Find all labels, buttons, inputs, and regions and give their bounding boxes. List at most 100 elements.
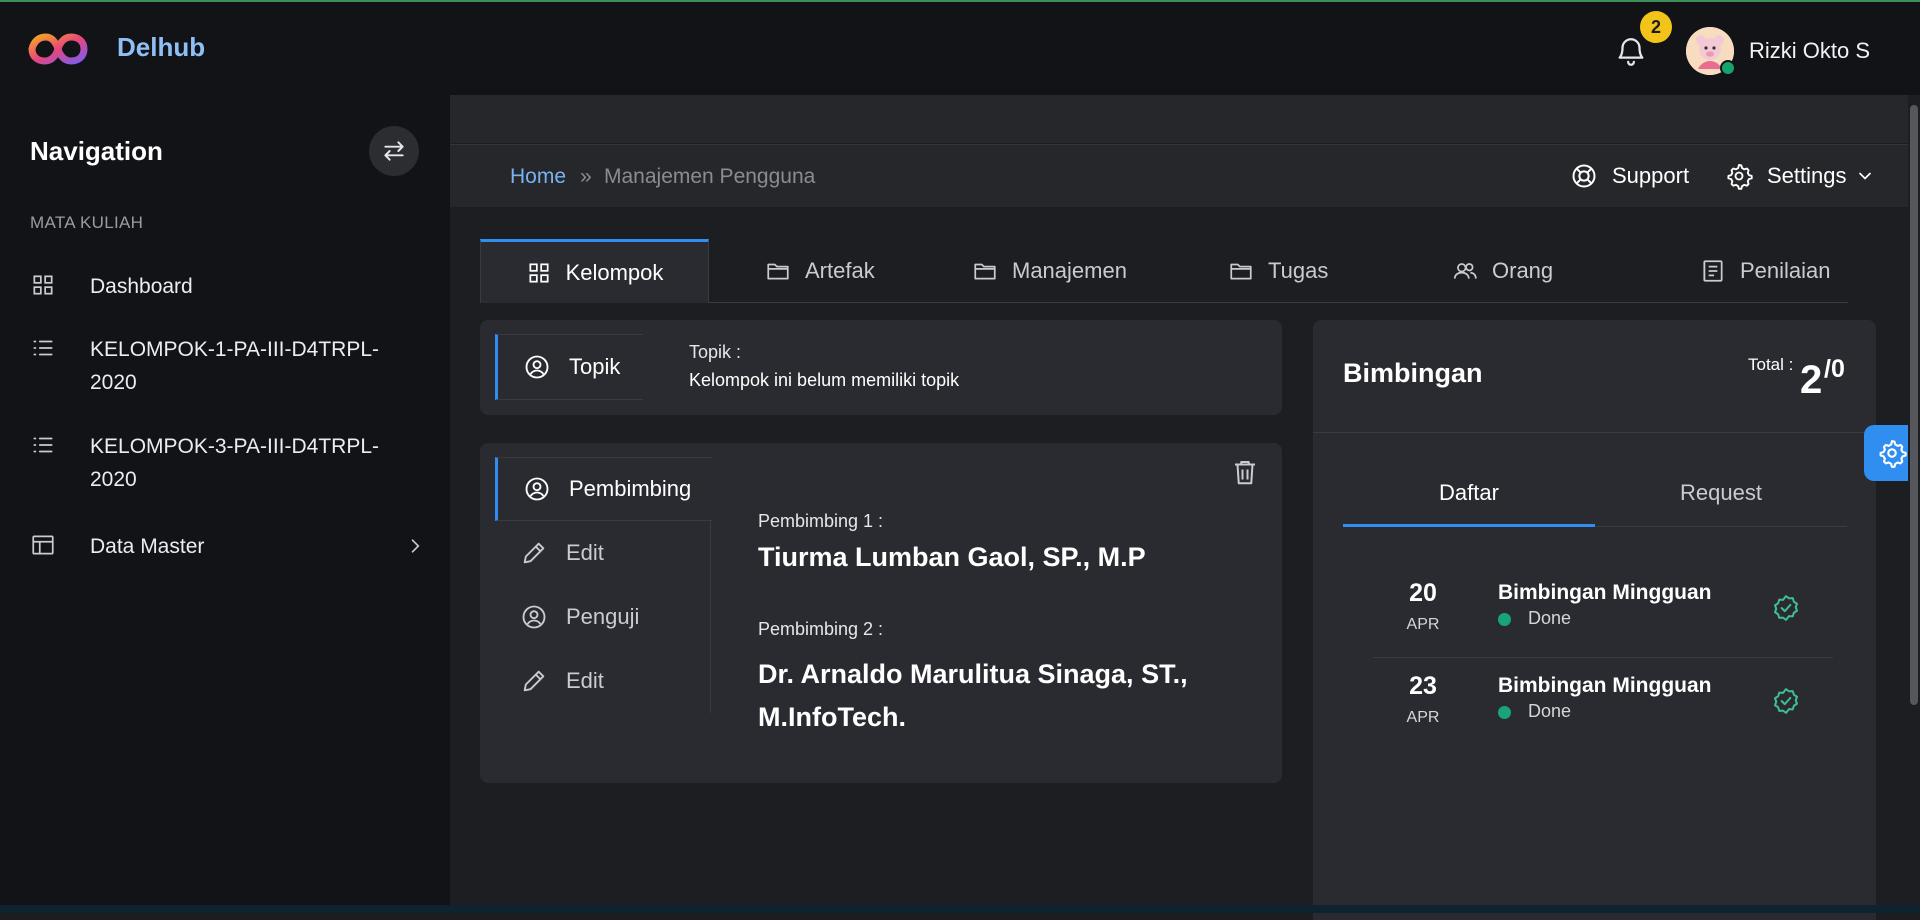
user-circle-icon [522,605,546,629]
breadcrumb-current: Manajemen Pengguna [604,165,816,188]
tab-label: Orang [1492,258,1554,283]
sidebar-item-label: Dashboard [90,275,193,298]
entry-status: Done [1528,701,1572,721]
scrollbar-thumb[interactable] [1910,105,1918,705]
bimbingan-card: Bimbingan Total : 2 /0 Daftar Request 20… [1313,320,1876,920]
top-bar: Delhub 2 Rizki Okto S [0,0,1920,95]
entry-title: Bimbingan Mingguan [1498,581,1712,604]
gear-icon [1879,440,1907,468]
total-suffix: /0 [1824,355,1845,383]
pencil-icon [523,670,545,692]
swap-arrows-icon [384,141,404,161]
tab-penguji[interactable]: Penguji [495,585,711,649]
avatar[interactable] [1686,27,1736,76]
user-name[interactable]: Rizki Okto S [1749,38,1870,64]
edit-penguji-button[interactable]: Edit [495,649,711,713]
edit-pembimbing-button[interactable]: Edit [495,521,711,585]
main-content: Home » Manajemen Pengguna Support Settin… [450,95,1920,920]
settings-label: Settings [1767,163,1847,188]
tab-label: Kelompok [565,259,664,285]
tab-orang[interactable]: Orang [1452,239,1553,303]
tab-request[interactable]: Request [1595,480,1847,506]
entry-status: Done [1528,608,1572,628]
tab-artefak[interactable]: Artefak [765,239,875,303]
chevron-down-icon [1858,172,1871,180]
support-label: Support [1612,163,1690,188]
tab-pembimbing[interactable]: Pembimbing [495,457,712,521]
layout-icon [30,532,56,558]
list-item[interactable]: 20 APR Bimbingan Mingguan Done [1373,573,1833,663]
lifebuoy-icon [1572,164,1596,188]
breadcrumb-separator: » [580,165,592,188]
sidebar-item-kelompok-1[interactable]: KELOMPOK-1-PA-III-D4TRPL-2020 [30,333,425,399]
tab-kelompok[interactable]: Kelompok [480,239,709,303]
grid-icon [30,272,56,298]
trash-icon[interactable] [1230,457,1260,487]
divider [1373,657,1833,658]
pencil-icon [523,542,545,564]
breadcrumb-home-link[interactable]: Home [510,165,566,189]
sidebar: Navigation MATA KULIAH Dashboard KELOMPO… [0,95,450,905]
support-button[interactable]: Support [1570,162,1689,190]
tab-tugas[interactable]: Tugas [1228,239,1328,303]
sidebar-section-label: MATA KULIAH [30,213,144,232]
total-value: 2 [1800,358,1823,402]
folder-icon [767,263,789,280]
pembimbing-2-label: Pembimbing 2 : [758,619,884,639]
pembimbing-vertical-tabs: Pembimbing Edit Penguji Edit [495,457,712,713]
bottom-strip [0,905,1920,913]
tab-daftar[interactable]: Daftar [1343,480,1595,506]
gear-icon [1727,163,1753,190]
sidebar-title: Navigation [30,136,163,166]
sidebar-item-data-master[interactable]: Data Master [30,530,425,563]
sidebar-toggle-button[interactable] [369,126,419,176]
header-band [450,95,1920,143]
grid-icon [529,262,549,283]
vtab-label: Edit [566,540,604,565]
brand-name[interactable]: Delhub [117,32,205,63]
list-icon [30,432,56,458]
verified-badge-icon [1771,593,1801,623]
delhub-logo-icon[interactable] [28,30,88,68]
entry-month: APR [1406,616,1440,633]
sidebar-item-kelompok-3[interactable]: KELOMPOK-3-PA-III-D4TRPL-2020 [30,430,425,496]
settings-dropdown[interactable]: Settings [1725,162,1875,190]
folder-icon [974,263,996,280]
notification-badge: 2 [1640,11,1672,43]
bimbingan-title: Bimbingan [1343,358,1483,388]
sidebar-item-label: KELOMPOK-1-PA-III-D4TRPL-2020 [90,338,379,394]
user-circle-icon [525,355,549,379]
total-label: Total : [1748,355,1794,374]
pembimbing-2-name: Dr. Arnaldo Marulitua Sinaga, ST., M.Inf… [758,659,1188,732]
entry-month: APR [1406,709,1440,726]
topik-tab-label: Topik [569,354,621,379]
sidebar-item-dashboard[interactable]: Dashboard [30,270,425,303]
topik-tab[interactable]: Topik [495,334,643,400]
tab-label: Artefak [805,258,875,283]
topik-card: Topik Topik : Kelompok ini belum memilik… [480,320,1282,415]
tab-bar: Kelompok Artefak Manajemen Tugas Orang P… [480,239,1848,303]
tab-label: Penilaian [1740,258,1831,283]
active-tab-indicator [1343,524,1595,527]
folder-icon [1230,263,1252,280]
entry-day: 20 [1409,579,1437,607]
divider [1313,432,1876,433]
breadcrumb-bar: Home » Manajemen Pengguna Support Settin… [450,144,1920,207]
user-circle-icon [525,477,549,501]
sidebar-item-label: KELOMPOK-3-PA-III-D4TRPL-2020 [90,435,379,491]
page-scrollbar[interactable] [1908,95,1920,905]
chevron-right-icon [405,536,425,556]
status-dot [1498,613,1511,626]
verified-badge-icon [1771,686,1801,716]
list-item[interactable]: 23 APR Bimbingan Mingguan Done [1373,666,1833,756]
list-icon [30,335,56,361]
topik-value: Kelompok ini belum memiliki topik [689,370,960,390]
tab-penilaian[interactable]: Penilaian [1700,239,1831,303]
pembimbing-1-name: Tiurma Lumban Gaol, SP., M.P [758,542,1146,572]
entry-title: Bimbingan Mingguan [1498,674,1712,697]
sidebar-item-label: Data Master [90,535,205,558]
tab-manajemen[interactable]: Manajemen [972,239,1127,303]
bell-icon[interactable] [1614,35,1648,69]
topik-label: Topik : [689,342,742,362]
users-icon [1453,263,1477,279]
